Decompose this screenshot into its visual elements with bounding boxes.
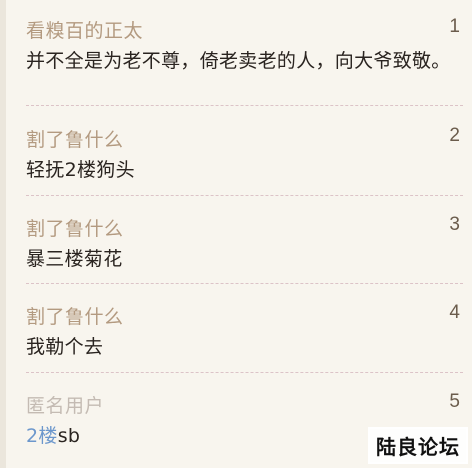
comment-author-anonymous: 匿名用户 xyxy=(26,395,105,417)
comment-content: 暴三楼菊花 xyxy=(26,248,123,270)
comment-item: 看糗百的正太 1 并不全是为老不尊，倚老卖老的人，向大爷致敬。 xyxy=(26,16,463,96)
comment-content: 轻抚2楼狗头 xyxy=(26,159,135,181)
comment-list: 看糗百的正太 1 并不全是为老不尊，倚老卖老的人，向大爷致敬。 割了鲁什么 2 … xyxy=(0,0,472,468)
floor-number: 4 xyxy=(449,302,460,323)
comment-item: 割了鲁什么 3 暴三楼菊花 xyxy=(26,214,463,274)
floor-number: 1 xyxy=(449,16,460,37)
comment-content-text: sb xyxy=(57,425,81,447)
comment-author[interactable]: 看糗百的正太 xyxy=(26,16,143,43)
comment-author[interactable]: 割了鲁什么 xyxy=(26,214,124,241)
comment-content: 2楼sb xyxy=(26,425,80,448)
floor-number: 5 xyxy=(449,391,460,412)
floor-number: 2 xyxy=(449,125,460,146)
floor-mention-link[interactable]: 2楼 xyxy=(26,425,58,447)
comment-content: 我勒个去 xyxy=(26,336,104,358)
comment-divider xyxy=(26,372,463,373)
comment-item: 割了鲁什么 4 我勒个去 xyxy=(26,302,463,362)
comment-divider xyxy=(26,105,463,106)
comment-item: 割了鲁什么 2 轻抚2楼狗头 xyxy=(26,125,463,185)
comment-author[interactable]: 割了鲁什么 xyxy=(26,302,124,329)
comment-divider xyxy=(26,283,463,284)
comment-author[interactable]: 割了鲁什么 xyxy=(26,125,124,152)
floor-number: 3 xyxy=(449,214,460,235)
forum-watermark: 陆良论坛 xyxy=(368,427,468,464)
comment-content: 并不全是为老不尊，倚老卖老的人，向大爷致敬。 xyxy=(26,50,451,72)
comment-divider xyxy=(26,195,463,196)
